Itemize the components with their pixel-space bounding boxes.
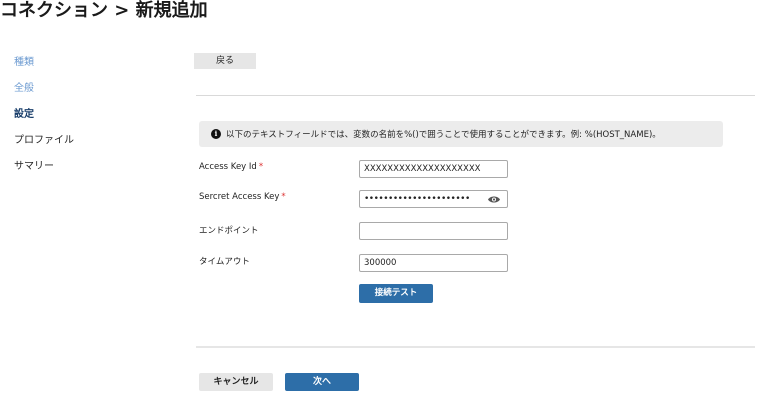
timeout-input[interactable]: 300000: [359, 254, 508, 272]
wizard-steps: 種類 全般 設定 プロファイル サマリー: [14, 55, 74, 185]
secret-access-key-input[interactable]: ••••••••••••••••••••••: [359, 190, 508, 208]
divider-top: [196, 95, 755, 96]
info-banner: i 以下のテキストフィールドでは、変数の名前を%()で囲うことで使用することがで…: [199, 121, 723, 147]
endpoint-input[interactable]: [359, 222, 508, 240]
connection-add-page: コネクション > 新規追加 種類 全般 設定 プロファイル サマリー 戻る i …: [0, 0, 761, 398]
access-key-id-label-text: Access Key Id: [199, 162, 257, 172]
cancel-button[interactable]: キャンセル: [199, 373, 273, 391]
eye-icon[interactable]: [487, 195, 501, 204]
divider-bottom: [196, 346, 755, 348]
password-mask: ••••••••••••••••••••••: [364, 194, 470, 204]
step-settings: 設定: [14, 109, 34, 120]
step-summary: サマリー: [14, 161, 54, 172]
timeout-label: タイムアウト: [199, 257, 250, 267]
back-button[interactable]: 戻る: [194, 53, 256, 69]
info-icon: i: [211, 129, 221, 139]
access-key-id-label: Access Key Id *: [199, 162, 263, 172]
secret-access-key-label: Sercret Access Key *: [199, 192, 286, 202]
step-general[interactable]: 全般: [14, 81, 74, 107]
connection-test-button[interactable]: 接続テスト: [359, 284, 433, 303]
page-title: コネクション > 新規追加: [0, 0, 208, 21]
required-mark: *: [258, 162, 264, 172]
secret-access-key-label-text: Sercret Access Key: [199, 192, 280, 202]
step-type[interactable]: 種類: [14, 55, 74, 81]
endpoint-label: エンドポイント: [199, 226, 259, 236]
next-button[interactable]: 次へ: [285, 373, 359, 391]
access-key-id-input[interactable]: XXXXXXXXXXXXXXXXXXXX: [359, 160, 508, 178]
required-mark: *: [281, 192, 286, 202]
step-profile: プロファイル: [14, 135, 74, 146]
info-text: 以下のテキストフィールドでは、変数の名前を%()で囲うことで使用することができま…: [226, 130, 661, 140]
